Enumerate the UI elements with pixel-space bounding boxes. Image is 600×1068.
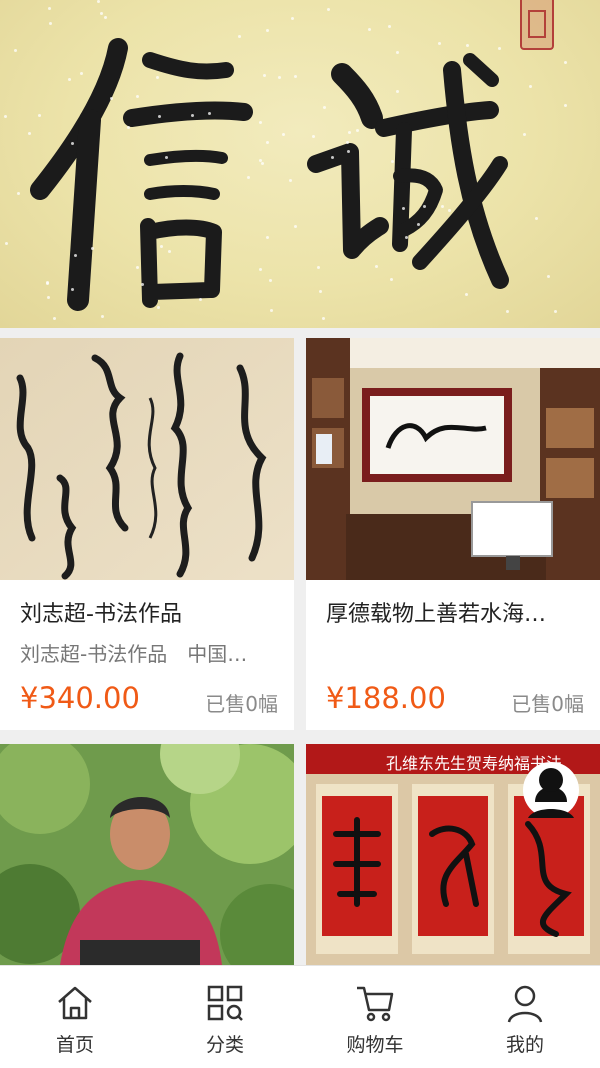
paper-speck (563, 103, 567, 107)
bottom-tab-bar: 首页 分类 购物车 我的 (0, 965, 600, 1068)
paper-speck (155, 75, 159, 79)
paper-speck (528, 84, 532, 88)
paper-speck (73, 253, 77, 257)
product-image-artist-portrait (0, 744, 294, 965)
paper-speck (159, 245, 163, 249)
paper-speck (327, 7, 331, 11)
product-price: ¥340.00 (20, 681, 140, 715)
paper-speck (387, 24, 391, 28)
tab-home[interactable]: 首页 (0, 966, 150, 1068)
product-card[interactable]: 刘志超-书法作品 刘志超-书法作品 中国… ¥340.00 已售0幅 (0, 338, 294, 730)
paper-speck (258, 158, 262, 162)
paper-speck (322, 105, 326, 109)
paper-speck (368, 27, 372, 31)
product-subtitle: 刘志超-书法作品 中国… (20, 642, 248, 666)
paper-speck (345, 141, 349, 145)
paper-speck (265, 140, 269, 144)
paper-speck (389, 278, 393, 282)
paper-speck (140, 282, 144, 286)
tab-label: 我的 (505, 1034, 544, 1056)
paper-speck (135, 94, 139, 98)
paper-speck (563, 60, 567, 64)
home-icon (58, 986, 92, 1020)
paper-speck (440, 204, 444, 208)
paper-speck (103, 16, 107, 20)
paper-speck (99, 11, 103, 15)
product-image-office-scroll (306, 338, 600, 580)
paper-speck (167, 250, 171, 253)
cart-icon (357, 986, 394, 1022)
paper-speck (293, 224, 297, 228)
paper-speck (70, 287, 74, 291)
banner-calligraphy[interactable] (0, 0, 600, 328)
tab-label: 首页 (55, 1034, 94, 1056)
paper-speck (282, 132, 286, 136)
paper-speck (45, 281, 49, 285)
tab-label: 分类 (205, 1034, 244, 1056)
paper-speck (316, 265, 320, 269)
product-card[interactable] (0, 744, 294, 965)
paper-speck (318, 289, 322, 293)
paper-speck (464, 292, 468, 296)
paper-speck (90, 247, 94, 251)
tab-category[interactable]: 分类 (150, 966, 300, 1068)
paper-speck (534, 216, 538, 220)
paper-speck (330, 155, 334, 159)
product-sold-count: 已售0幅 (511, 692, 584, 716)
paper-speck (423, 204, 426, 208)
paper-speck (404, 235, 408, 239)
paper-speck (447, 208, 451, 212)
paper-speck (522, 133, 526, 137)
paper-speck (355, 128, 359, 132)
paper-speck (311, 134, 315, 138)
paper-speck (80, 71, 84, 75)
paper-speck (126, 125, 130, 129)
paper-speck (4, 242, 8, 245)
tab-mine[interactable]: 我的 (450, 966, 600, 1068)
paper-speck (48, 21, 52, 25)
tab-cart[interactable]: 购物车 (300, 966, 450, 1068)
customer-service-float-button[interactable] (514, 758, 588, 830)
paper-speck (321, 316, 325, 320)
paper-speck (346, 150, 350, 154)
paper-speck (497, 46, 501, 50)
product-card[interactable]: 厚德载物上善若水海… ¥188.00 已售0幅 (306, 338, 600, 730)
red-seal-stamp (520, 0, 554, 50)
paper-speck (401, 207, 405, 210)
paper-speck (277, 75, 281, 79)
paper-speck (52, 316, 56, 320)
paper-speck (237, 34, 241, 38)
tab-label: 购物车 (346, 1034, 404, 1056)
product-title: 厚德载物上善若水海… (326, 602, 547, 627)
product-image-calligraphy-scroll (0, 338, 294, 580)
paper-speck (135, 265, 139, 269)
paper-speck (207, 112, 211, 116)
product-sold-count: 已售0幅 (205, 692, 278, 716)
product-price: ¥188.00 (326, 681, 446, 715)
user-icon (507, 985, 543, 1023)
paper-speck (265, 28, 269, 32)
calligraphy-artwork (30, 38, 509, 311)
paper-speck (390, 159, 394, 163)
paper-speck (37, 113, 41, 117)
product-title: 刘志超-书法作品 (20, 602, 182, 627)
category-icon (207, 985, 243, 1021)
